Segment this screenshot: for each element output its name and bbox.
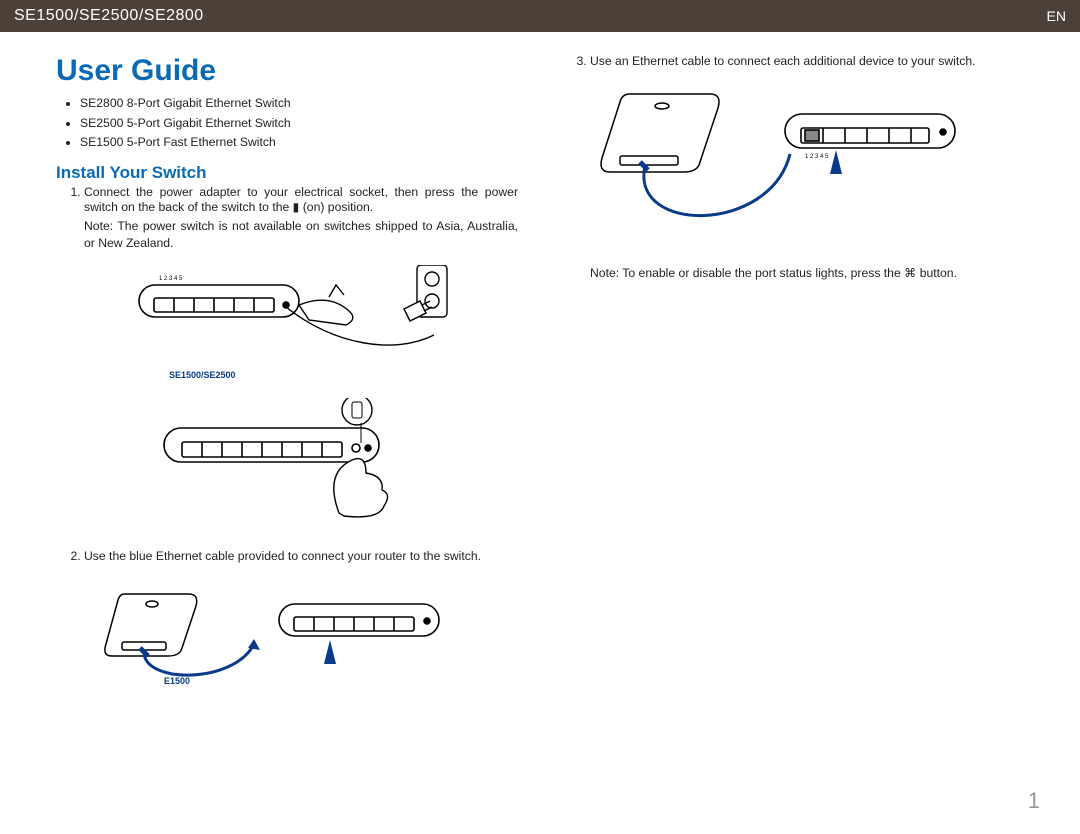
svg-text:1 2 3 4 5: 1 2 3 4 5	[805, 154, 829, 160]
right-note: Note: To enable or disable the port stat…	[590, 265, 1024, 281]
figure-device-connect: 1 2 3 4 5	[590, 84, 1024, 249]
figure-power-switch-8port	[134, 398, 518, 533]
header-bar: SE1500/SE2500/SE2800 EN	[0, 0, 1080, 32]
step-1: Connect the power adapter to your electr…	[84, 185, 518, 533]
step-3-text: Use an Ethernet cable to connect each ad…	[590, 54, 976, 68]
figure-router-connect: E1500	[104, 584, 518, 699]
steps-list-right: Use an Ethernet cable to connect each ad…	[590, 54, 1024, 249]
svg-text:1 2 3 4 5: 1 2 3 4 5	[159, 276, 183, 282]
section-heading: Install Your Switch	[56, 163, 518, 183]
figure-power-connect: 1 2 3 4 5	[134, 265, 518, 382]
model-item: SE2500 5-Port Gigabit Ethernet Switch	[80, 114, 518, 134]
router-connect-illustration: E1500	[104, 584, 464, 694]
figure-label-e1500: E1500	[164, 676, 190, 686]
model-list: SE2800 8-Port Gigabit Ethernet Switch SE…	[80, 94, 518, 153]
content-columns: User Guide SE2800 8-Port Gigabit Etherne…	[0, 44, 1080, 715]
left-column: User Guide SE2800 8-Port Gigabit Etherne…	[56, 54, 518, 715]
eight-port-switch-illustration	[134, 398, 434, 528]
header-language: EN	[1047, 8, 1066, 24]
figure-label: SE1500/SE2500	[169, 370, 518, 382]
header-title: SE1500/SE2500/SE2800	[14, 7, 204, 25]
step-2-text: Use the blue Ethernet cable provided to …	[84, 549, 481, 563]
page-number: 1	[1028, 788, 1040, 814]
device-connect-illustration: 1 2 3 4 5	[590, 84, 970, 244]
model-item: SE2800 8-Port Gigabit Ethernet Switch	[80, 94, 518, 114]
step-2: Use the blue Ethernet cable provided to …	[84, 549, 518, 700]
page-title: User Guide	[56, 54, 518, 88]
power-connect-illustration: 1 2 3 4 5	[134, 265, 454, 365]
step-1-text: Connect the power adapter to your electr…	[84, 185, 518, 215]
model-item: SE1500 5-Port Fast Ethernet Switch	[80, 133, 518, 153]
step-3: Use an Ethernet cable to connect each ad…	[590, 54, 1024, 249]
step-1-note: Note: The power switch is not available …	[84, 218, 518, 251]
right-column: Use an Ethernet cable to connect each ad…	[562, 54, 1024, 715]
steps-list: Connect the power adapter to your electr…	[84, 185, 518, 700]
